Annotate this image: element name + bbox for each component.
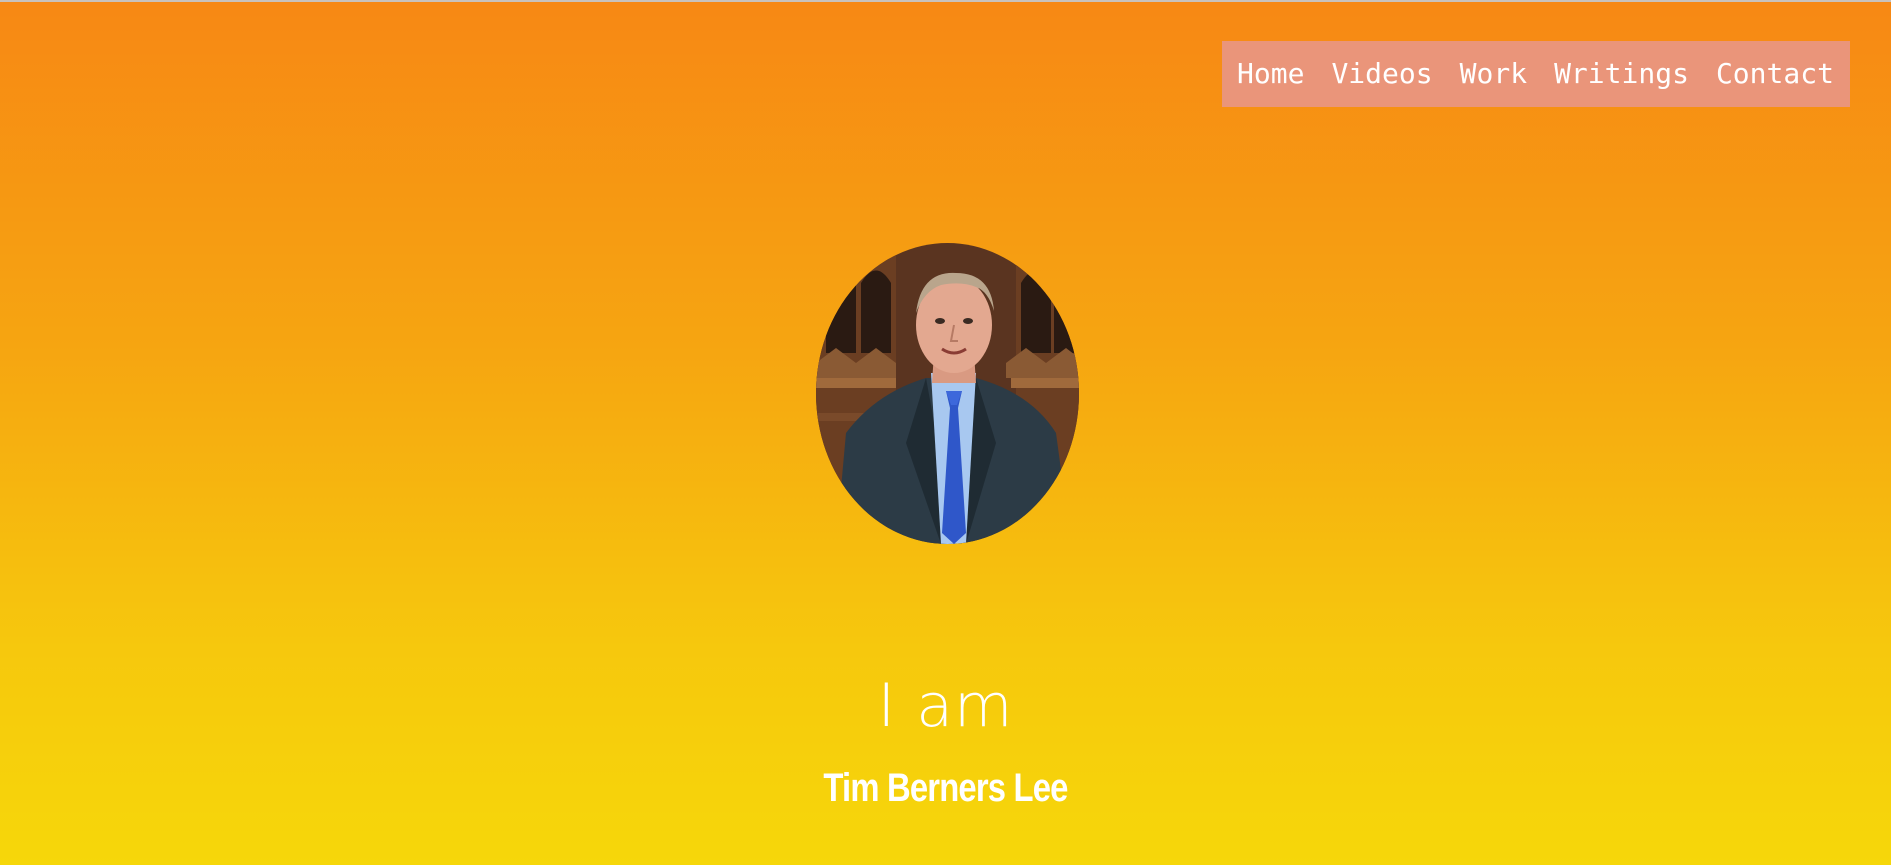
nav-writings-link[interactable]: Writings: [1554, 60, 1689, 88]
nav-contact-link[interactable]: Contact: [1716, 60, 1834, 88]
nav-work-link[interactable]: Work: [1460, 60, 1527, 88]
hero-name: Tim Berners Lee: [823, 766, 1068, 810]
nav-home-link[interactable]: Home: [1237, 60, 1304, 88]
hero-intro-text: I am: [877, 671, 1014, 741]
nav-videos-link[interactable]: Videos: [1331, 60, 1432, 88]
profile-photo: [816, 243, 1079, 544]
main-nav: Home Videos Work Writings Contact: [1222, 41, 1850, 107]
top-border: [0, 0, 1891, 2]
